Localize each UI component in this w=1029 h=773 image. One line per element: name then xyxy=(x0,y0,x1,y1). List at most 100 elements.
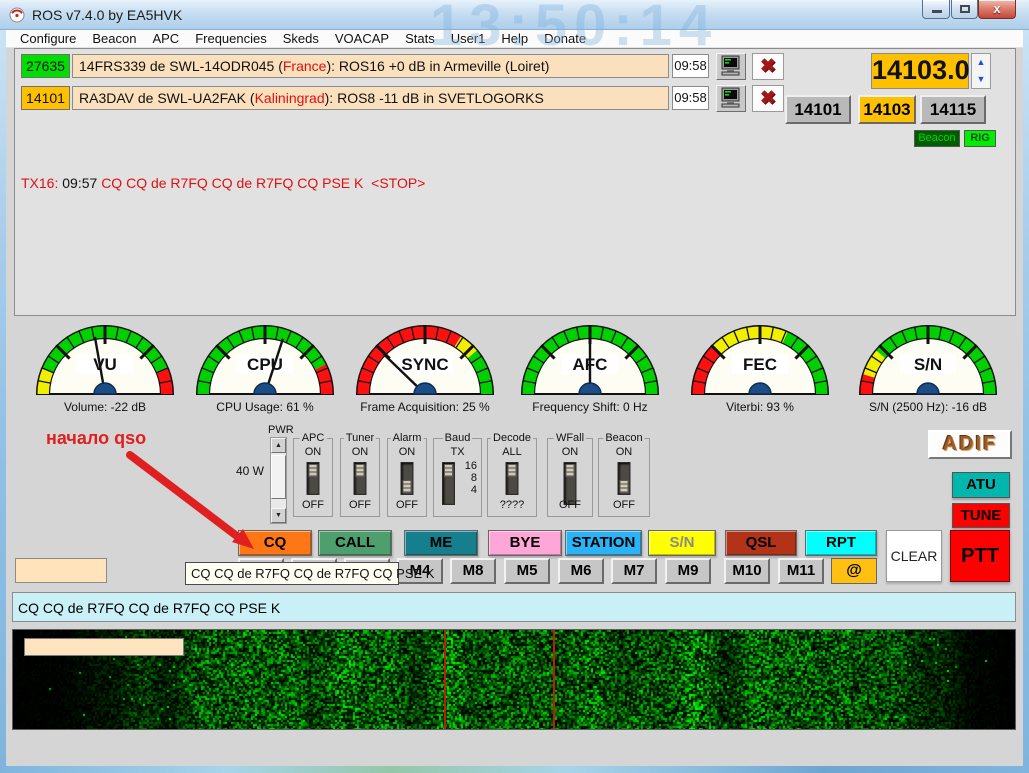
m6-button[interactable]: M6 xyxy=(558,558,604,584)
tx-log-time: 09:57 xyxy=(58,175,101,191)
switch-knob[interactable] xyxy=(620,480,629,493)
title-bar[interactable]: ROS v7.4.0 by EA5HVK x xyxy=(0,0,1029,30)
menu-bar: Configure Beacon APC Frequencies Skeds V… xyxy=(6,30,1023,48)
pwr-label: PWR xyxy=(268,424,294,436)
frequency-display[interactable]: 14103.0 xyxy=(871,53,969,89)
cq-button[interactable]: CQ xyxy=(238,530,312,556)
tx-log-line: TX16: 09:57 CQ CQ de R7FQ CQ de R7FQ CQ … xyxy=(21,175,425,191)
minimize-button[interactable] xyxy=(922,0,950,19)
at-button[interactable]: @ xyxy=(831,558,877,584)
delete-button[interactable]: ✖ xyxy=(752,53,784,80)
rx-frequency-badge[interactable]: 27635 xyxy=(21,54,70,78)
switch-toggle[interactable] xyxy=(506,462,519,495)
m7-button[interactable]: M7 xyxy=(611,558,657,584)
m8-button[interactable]: M8 xyxy=(450,558,496,584)
call-button[interactable]: CALL xyxy=(318,530,392,556)
terminal-button[interactable] xyxy=(716,53,746,80)
adif-button[interactable]: ADIF xyxy=(928,430,1012,459)
switch-knob[interactable] xyxy=(356,464,365,477)
gauge-caption: CPU Usage: 61 % xyxy=(190,400,340,414)
tx-message-input[interactable] xyxy=(12,592,1016,622)
m5-button[interactable]: M5 xyxy=(504,558,550,584)
rx-message-text: RA3DAV de SWL-UA2FAK ( xyxy=(79,90,255,106)
switch-legend: Baud xyxy=(443,432,473,444)
tune-button[interactable]: TUNE xyxy=(952,503,1010,528)
switch-legend: Beacon xyxy=(603,432,644,444)
pwr-up-icon[interactable]: ▲ xyxy=(271,438,286,453)
terminal-icon xyxy=(719,55,743,77)
beacon-indicator-button[interactable]: Beacon xyxy=(914,130,960,147)
me-button[interactable]: ME xyxy=(404,530,478,556)
entry-input[interactable] xyxy=(15,558,107,583)
terminal-button[interactable] xyxy=(716,85,746,112)
pwr-value: 40 W xyxy=(236,464,264,478)
gauge-sync: SYNCFrame Acquisition: 25 % xyxy=(350,318,500,416)
switch-legend: Alarm xyxy=(391,432,424,444)
gauge-caption: S/N (2500 Hz): -16 dB xyxy=(853,400,1003,414)
gauge-cpu: CPUCPU Usage: 61 % xyxy=(190,318,340,416)
menu-item-help[interactable]: Help xyxy=(493,31,536,46)
menu-item-beacon[interactable]: Beacon xyxy=(84,31,144,46)
rx-message[interactable]: 14FRS339 de SWL-14ODR045 (France): ROS16… xyxy=(72,54,669,78)
svg-text:FEC: FEC xyxy=(743,355,777,374)
preset-14115-button[interactable]: 14115 xyxy=(920,95,986,124)
switch-toggle[interactable] xyxy=(618,462,631,495)
rx-message[interactable]: RA3DAV de SWL-UA2FAK (Kaliningrad): ROS8… xyxy=(72,86,669,110)
maximize-button[interactable] xyxy=(951,0,978,19)
menu-item-skeds[interactable]: Skeds xyxy=(275,31,327,46)
switch-toggle[interactable] xyxy=(307,462,320,495)
close-button[interactable]: x xyxy=(978,0,1016,19)
switch-knob[interactable] xyxy=(566,464,575,477)
waterfall-cursor[interactable] xyxy=(553,630,555,729)
m9-button[interactable]: M9 xyxy=(665,558,711,584)
preset-14101-button[interactable]: 14101 xyxy=(785,95,851,124)
delete-button[interactable]: ✖ xyxy=(752,85,784,112)
menu-item-user1[interactable]: User1 xyxy=(443,31,494,46)
switch-alarm: Alarm ON OFF xyxy=(387,438,427,517)
preset-14103-button[interactable]: 14103 xyxy=(858,95,916,124)
maximize-icon xyxy=(960,5,970,13)
menu-item-apc[interactable]: APC xyxy=(144,31,187,46)
svg-text:SYNC: SYNC xyxy=(401,355,448,374)
pwr-slider[interactable]: ▲ ▼ xyxy=(270,437,287,524)
waterfall-entry-input[interactable] xyxy=(24,638,184,656)
station-button[interactable]: STATION xyxy=(565,530,642,556)
waterfall-cursor[interactable] xyxy=(444,630,446,729)
spinner-down-icon[interactable]: ▼ xyxy=(972,71,990,88)
menu-item-donate[interactable]: Donate xyxy=(536,31,594,46)
atu-button[interactable]: ATU xyxy=(952,472,1010,498)
switch-toggle[interactable] xyxy=(442,462,455,505)
menu-item-frequencies[interactable]: Frequencies xyxy=(187,31,275,46)
frequency-spinner: ▲ ▼ xyxy=(971,53,991,89)
switch-toggle[interactable] xyxy=(401,462,414,495)
m11-button[interactable]: M11 xyxy=(778,558,824,584)
waterfall-display[interactable] xyxy=(12,629,1016,730)
pwr-down-icon[interactable]: ▼ xyxy=(271,508,286,523)
clear-button[interactable]: CLEAR xyxy=(886,530,942,582)
switch-knob[interactable] xyxy=(444,464,453,477)
baud-options: 16 8 4 xyxy=(465,460,477,496)
pwr-slider-thumb[interactable] xyxy=(271,455,286,499)
baud-option-8[interactable]: 8 xyxy=(465,472,477,484)
sn-button[interactable]: S/N xyxy=(648,530,716,556)
spinner-up-icon[interactable]: ▲ xyxy=(972,54,990,71)
ptt-button[interactable]: PTT xyxy=(950,530,1010,582)
menu-item-stats[interactable]: Stats xyxy=(397,31,443,46)
rx-frequency-badge[interactable]: 14101 xyxy=(21,86,70,110)
rpt-button[interactable]: RPT xyxy=(805,530,877,556)
baud-option-16[interactable]: 16 xyxy=(465,460,477,472)
m10-button[interactable]: M10 xyxy=(724,558,770,584)
switch-knob[interactable] xyxy=(508,464,517,477)
app-window: ROS v7.4.0 by EA5HVK x 13:50:14 Configur… xyxy=(0,0,1029,773)
switch-knob[interactable] xyxy=(309,464,318,477)
switch-legend: WFall xyxy=(554,432,586,444)
switch-off-label: OFF xyxy=(599,499,649,511)
baud-option-4[interactable]: 4 xyxy=(465,484,477,496)
menu-item-voacap[interactable]: VOACAP xyxy=(327,31,397,46)
rig-indicator-button[interactable]: RIG xyxy=(964,130,996,147)
switch-knob[interactable] xyxy=(403,480,412,493)
qsl-button[interactable]: QSL xyxy=(725,530,797,556)
switch-toggle[interactable] xyxy=(354,462,367,495)
menu-item-configure[interactable]: Configure xyxy=(12,31,84,46)
bye-button[interactable]: BYE xyxy=(488,530,562,556)
